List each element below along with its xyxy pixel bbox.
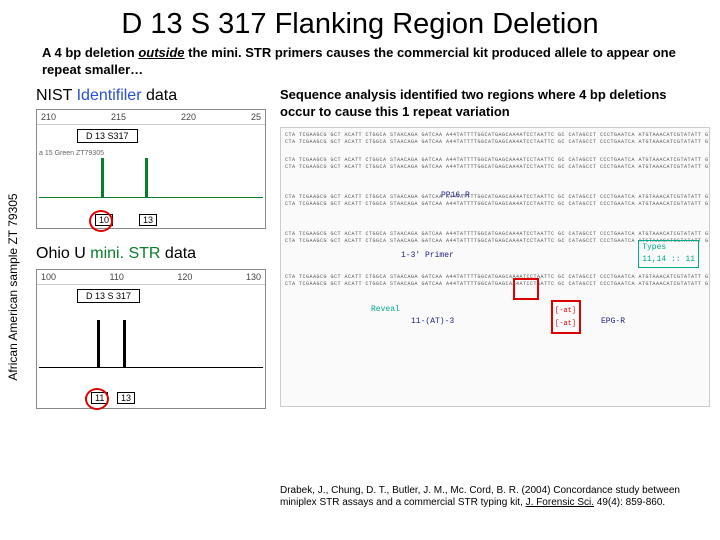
discordant-allele-circle-2 [85,388,109,410]
del-label-a: [-at] [555,306,576,317]
tick: 120 [177,272,192,282]
h2b: mini. STR [90,245,160,262]
seq-line: CTA TCGAAGCG GCT ACATT CTGGCA STAACAGA G… [285,139,705,147]
peak-allele-10 [101,158,104,198]
tick: 220 [181,112,196,122]
h2a: Ohio U [36,245,90,262]
types-values: 11,14 :: 11 [642,255,695,264]
sample-tag: a 15 Green ZT79305 [39,150,104,157]
baseline [39,367,263,368]
tick: 130 [246,272,261,282]
vertical-sample-label: African American sample ZT 79305 [6,167,20,407]
seq-line: CTA TCGAAGCG GCT ACATT CTGGCA STAACAGA G… [285,231,705,239]
del-label-b: [-at] [555,319,576,330]
h1b: Identifiler [77,87,142,104]
sequence-note: Sequence analysis identified two regions… [280,87,710,121]
h2c: data [160,245,196,262]
peak-allele-13b [123,320,126,368]
ministr-epg: 100 110 120 130 D 13 S 317 11 13 [36,269,266,409]
reveal-annot: Reveal [371,304,400,316]
seq-line: CTA TCGAAGCG GCT ACATT CTGGCA STAACAGA G… [285,274,705,282]
discordant-allele-circle [89,210,113,232]
types-box: Types 11,14 :: 11 [638,240,699,268]
trace-2 [37,328,265,378]
sequence-alignment-panel: CTA TCGAAGCG GCT ACATT CTGGCA STAACAGA G… [280,127,710,407]
ohio-heading: Ohio U mini. STR data [36,245,266,263]
seq-line: CTA TCGAAGCG GCT ACATT CTGGCA STAACAGA G… [285,164,705,172]
seq-line: CTA TCGAAGCG GCT ACATT CTGGCA STAACAGA G… [285,157,705,165]
locus-tag-1: D 13 S317 [77,129,138,143]
sub-underlined: outside [138,45,184,60]
body: African American sample ZT 79305 NIST Id… [0,87,720,517]
primer-annot-pp16: PP16-R [441,190,470,202]
sub-a: A 4 bp deletion [42,45,138,60]
ruler-1: 210 215 220 25 [37,110,265,125]
tick: 25 [251,112,261,122]
baseline [39,197,263,198]
seq-line: CTA TCGAAGCG GCT ACATT CTGGCA STAACAGA G… [285,201,705,209]
peak-allele-11 [97,320,100,368]
h1c: data [142,87,178,104]
allele-annot: 11-(AT)-3 [411,316,454,328]
h1a: NIST [36,87,77,104]
ruler-2: 100 110 120 130 [37,270,265,285]
epg-r-annot: EPG-R [601,316,625,328]
types-label: Types [642,243,666,252]
peak-allele-13 [145,158,148,198]
primer-annot-3prime: 1-3' Primer [401,250,454,262]
left-column: NIST Identifiler data 210 215 220 25 D 1… [36,87,266,409]
cite-journal: J. Forensic Sci. [526,497,594,508]
trace-1 [37,158,265,208]
seq-line: CTA TCGAAGCG GCT ACATT CTGGCA STAACAGA G… [285,194,705,202]
seq-line: CTA TCGAAGCG GCT ACATT CTGGCA STAACAGA G… [285,281,705,289]
seq-line: CTA TCGAAGCG GCT ACATT CTGGCA STAACAGA G… [285,132,705,140]
citation: Drabek, J., Chung, D. T., Butler, J. M.,… [280,485,710,509]
tick: 210 [41,112,56,122]
slide-subtitle: A 4 bp deletion outside the mini. STR pr… [0,45,720,87]
allele-box-13b: 13 [117,392,135,404]
right-column: Sequence analysis identified two regions… [280,87,710,407]
nist-heading: NIST Identifiler data [36,87,266,105]
cite-b: 49(4): 859-860. [594,497,665,508]
tick: 215 [111,112,126,122]
locus-tag-2: D 13 S 317 [77,289,140,303]
slide-title: D 13 S 317 Flanking Region Deletion [0,0,720,45]
tick: 100 [41,272,56,282]
tick: 110 [110,272,124,282]
deletion-region-box-1 [513,278,539,300]
allele-box-13: 13 [139,214,157,226]
identifiler-epg: 210 215 220 25 D 13 S317 a 15 Green ZT79… [36,109,266,229]
deletion-region-box-2: [-at] [-at] [551,300,581,334]
